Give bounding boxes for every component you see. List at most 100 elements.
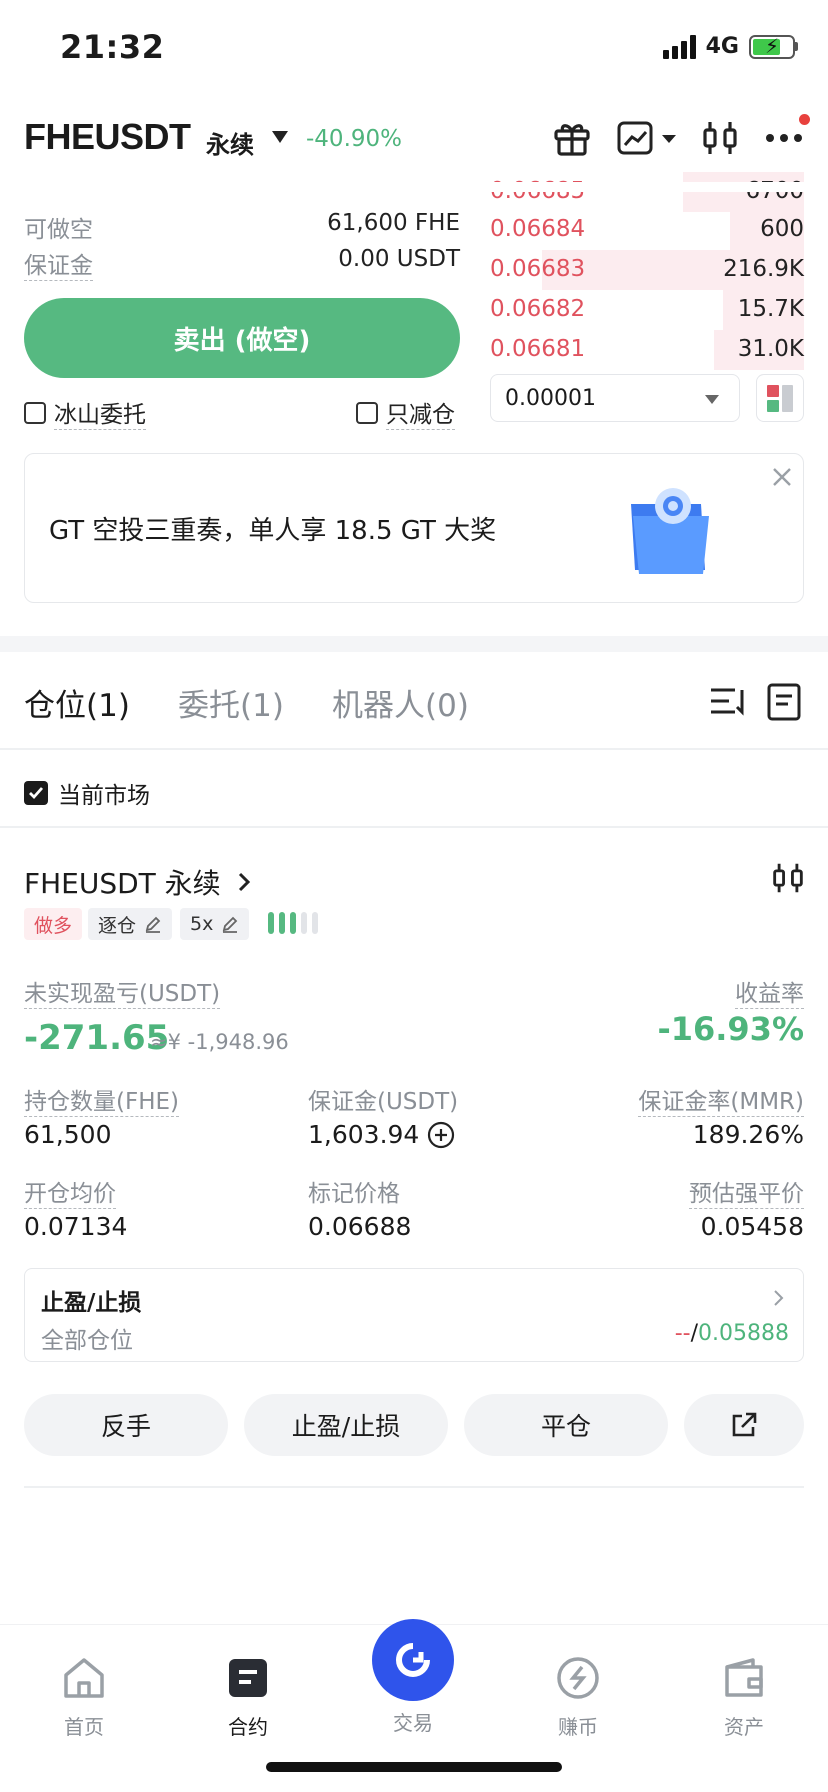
candlestick-icon[interactable]	[700, 114, 740, 162]
status-time: 21:32	[60, 28, 165, 66]
symbol-title[interactable]: FHEUSDT	[24, 116, 191, 158]
earn-icon	[557, 1657, 599, 1699]
leverage-label: 5x	[190, 913, 214, 935]
roe-label: 收益率	[735, 974, 804, 1009]
available-value: 61,600 FHE	[327, 210, 460, 236]
ask-qty: 15.7K	[737, 296, 804, 322]
reduce-only-checkbox[interactable]: 只减仓	[356, 395, 455, 430]
stop-loss-value: 0.05888	[698, 1321, 789, 1346]
mmr-value: 189.26%	[692, 1120, 804, 1149]
signal-icon	[662, 34, 696, 59]
position-title-row[interactable]: FHEUSDT 永续	[24, 862, 251, 902]
tpsl-values: --/0.05888	[675, 1321, 789, 1346]
nav-futures-label: 合约	[228, 1715, 268, 1739]
nav-home-label: 首页	[64, 1715, 104, 1739]
candlestick-icon[interactable]	[772, 860, 804, 896]
mark-label: 标记价格	[308, 1181, 400, 1207]
close-position-button[interactable]: 平仓	[464, 1394, 668, 1456]
divider	[24, 1486, 804, 1488]
available-label: 可做空	[24, 217, 93, 243]
share-icon	[732, 1412, 757, 1437]
futures-icon	[229, 1659, 267, 1697]
history-icon[interactable]	[766, 682, 802, 722]
ask-price: 0.06682	[490, 296, 586, 322]
ask-row[interactable]: 0.06682 15.7K	[488, 290, 804, 330]
share-button[interactable]	[684, 1394, 804, 1456]
banner-text: GT 空投三重奏，单人享 18.5 GT 大奖	[49, 516, 497, 546]
nav-trade[interactable]: 交易	[353, 1619, 473, 1736]
ask-row[interactable]: 0.06684 600	[488, 210, 804, 250]
size-label: 持仓数量(FHE)	[24, 1082, 180, 1117]
nav-assets-label: 资产	[724, 1715, 764, 1739]
pnl-value: -271.65	[24, 1018, 170, 1058]
gift-icon[interactable]	[548, 114, 596, 162]
ask-row[interactable]: 0.06685 6700	[488, 172, 804, 212]
orderbook-layout-button[interactable]	[756, 374, 804, 422]
chevron-right-icon	[774, 1290, 784, 1306]
chevron-right-icon	[238, 872, 250, 892]
tpsl-summary[interactable]: 止盈/止损 全部仓位 --/0.05888	[24, 1268, 804, 1362]
nav-home[interactable]: 首页	[24, 1655, 144, 1740]
ask-row[interactable]: 0.06683 216.9K	[488, 250, 804, 290]
tab-bots[interactable]: 机器人(0)	[332, 680, 469, 725]
ask-qty: 600	[760, 216, 804, 242]
nav-earn-label: 赚币	[558, 1715, 598, 1739]
chevron-down-icon	[705, 395, 719, 404]
section-divider	[0, 636, 828, 652]
sell-short-button[interactable]: 卖出 (做空)	[24, 298, 460, 378]
tpsl-button[interactable]: 止盈/止损	[244, 1394, 448, 1456]
promo-banner[interactable]: GT 空投三重奏，单人享 18.5 GT 大奖	[24, 453, 804, 603]
liq-label: 预估强平价	[689, 1174, 804, 1209]
more-icon[interactable]	[764, 114, 804, 162]
ask-qty: 31.0K	[737, 336, 804, 362]
margin-mode-label: 逐仓	[98, 914, 137, 937]
reverse-button[interactable]: 反手	[24, 1394, 228, 1456]
ask-qty: 216.9K	[723, 256, 804, 282]
current-market-label: 当前市场	[58, 783, 150, 809]
trade-icon	[372, 1619, 454, 1701]
wallet-icon	[725, 1658, 763, 1697]
home-icon	[64, 1658, 104, 1698]
folder-illustration-icon	[631, 488, 709, 574]
status-indicators: 4G ⚡	[662, 34, 798, 59]
nav-trade-label: 交易	[393, 1711, 433, 1735]
entry-label: 开仓均价	[24, 1174, 116, 1209]
reduce-only-label: 只减仓	[386, 395, 455, 430]
mark-value: 0.06688	[308, 1212, 412, 1241]
tab-orders[interactable]: 委托(1)	[178, 680, 284, 725]
network-label: 4G	[705, 34, 739, 59]
price-change: -40.90%	[306, 126, 402, 152]
price-precision-select[interactable]: 0.00001	[490, 374, 740, 422]
size-value: 61,500	[24, 1120, 112, 1149]
sort-icon[interactable]	[708, 684, 748, 720]
margin-mode-tag[interactable]: 逐仓	[88, 908, 173, 940]
position-margin-label: 保证金(USDT)	[308, 1089, 459, 1115]
tpsl-scope: 全部仓位	[41, 1328, 133, 1354]
nav-earn[interactable]: 赚币	[518, 1655, 638, 1740]
position-title: FHEUSDT 永续	[24, 867, 221, 900]
mmr-label: 保证金率(MMR)	[638, 1082, 804, 1117]
tpsl-title: 止盈/止损	[41, 1290, 142, 1316]
close-icon[interactable]	[771, 466, 793, 488]
iceberg-order-checkbox[interactable]: 冰山委托	[24, 395, 146, 430]
tab-positions[interactable]: 仓位(1)	[24, 680, 130, 725]
divider	[0, 826, 828, 828]
nav-futures[interactable]: 合约	[188, 1655, 308, 1740]
position-margin-value: 1,603.94	[308, 1120, 420, 1149]
checkbox-box[interactable]	[24, 401, 46, 424]
contract-type[interactable]: 永续	[206, 125, 254, 160]
ask-row[interactable]: 0.06681 31.0K	[488, 330, 804, 370]
chart-toggle-icon[interactable]	[616, 114, 680, 162]
notification-dot	[799, 114, 810, 125]
add-margin-icon[interactable]	[427, 1121, 455, 1149]
leverage-tag[interactable]: 5x	[180, 908, 250, 940]
ask-price: 0.06684	[490, 216, 586, 242]
precision-value: 0.00001	[505, 385, 596, 411]
checkbox-box[interactable]	[356, 401, 378, 424]
chevron-down-icon[interactable]	[272, 131, 288, 143]
edit-icon	[223, 916, 238, 933]
current-market-filter[interactable]: 当前市场	[24, 776, 150, 810]
nav-assets[interactable]: 资产	[684, 1655, 804, 1740]
adl-indicator	[268, 912, 318, 934]
checkbox-checked-icon[interactable]	[24, 781, 48, 805]
